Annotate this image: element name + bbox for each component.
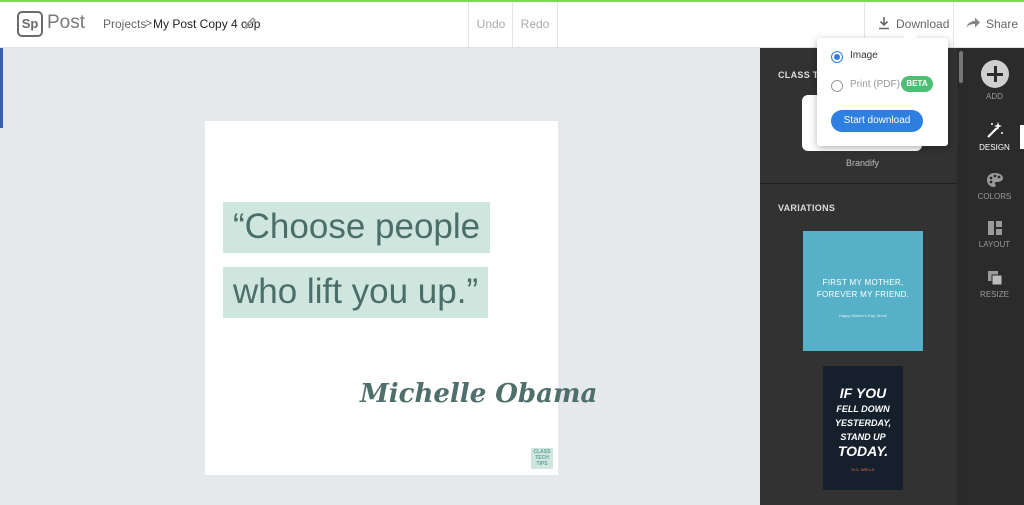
active-tool-indicator <box>1020 125 1024 149</box>
variation-2-line-5: TODAY. <box>837 443 889 459</box>
share-icon <box>966 17 980 28</box>
app-logo[interactable]: Sp <box>17 11 43 37</box>
variations-heading: VARIATIONS <box>778 203 836 213</box>
rail-resize-button[interactable]: RESIZE <box>965 270 1024 299</box>
layout-icon <box>987 221 1002 235</box>
rail-layout-label: LAYOUT <box>978 240 1011 249</box>
variation-thumbnail-2[interactable]: IF YOU FELL DOWN YESTERDAY, STAND UP TOD… <box>823 366 903 490</box>
palette-icon <box>986 173 1003 187</box>
share-button[interactable]: Share <box>953 2 1024 47</box>
breadcrumb-separator: > <box>145 16 153 30</box>
breadcrumb-projects-link[interactable]: Projects <box>103 17 146 31</box>
brandify-label: Brandify <box>845 158 880 168</box>
rail-add-label: ADD <box>986 92 1003 101</box>
tool-rail: ADD DESIGN COLORS LAYOUT RESIZE <box>965 48 1024 505</box>
radio-pdf[interactable] <box>831 80 843 92</box>
radio-image[interactable] <box>831 51 843 63</box>
redo-button[interactable]: Redo <box>512 2 558 47</box>
pencil-icon[interactable] <box>243 16 257 30</box>
variation-thumbnail-1[interactable]: FIRST MY MOTHER, FOREVER MY FRIEND. Happ… <box>803 231 923 351</box>
quote-line-2[interactable]: who lift you up.” <box>223 267 489 318</box>
plus-icon <box>980 60 1009 88</box>
rail-layout-button[interactable]: LAYOUT <box>965 220 1024 249</box>
variation-2-subtext: H.G. WELLS <box>851 467 875 472</box>
window-edge <box>0 48 3 128</box>
download-label: Download <box>896 17 950 31</box>
variation-2-line-4: STAND UP <box>840 432 886 442</box>
quote-author[interactable]: Michelle Obama <box>360 379 597 409</box>
option-image-label[interactable]: Image <box>850 50 878 61</box>
option-pdf-label[interactable]: Print (PDF) <box>850 79 900 90</box>
rail-resize-label: RESIZE <box>980 290 1009 299</box>
rail-add-button[interactable]: ADD <box>965 60 1024 101</box>
download-popup: Image Print (PDF) BETA Start download <box>817 38 948 146</box>
rail-design-label: DESIGN <box>979 143 1010 152</box>
rail-colors-label: COLORS <box>977 192 1012 201</box>
variation-1-subtext: Happy Mother's Day, Mom! <box>838 313 888 318</box>
post-canvas[interactable]: “Choose people who lift you up.” Michell… <box>205 121 597 475</box>
rail-design-button[interactable]: DESIGN <box>965 121 1024 152</box>
resize-icon <box>987 271 1002 286</box>
brand-badge: CLASS TECH TIPS <box>531 448 553 469</box>
variation-2-line-2: FELL DOWN <box>836 404 890 414</box>
download-icon <box>879 17 889 30</box>
magic-wand-icon <box>986 122 1003 138</box>
beta-badge: BETA <box>901 76 933 92</box>
variation-2-line-1: IF YOU <box>839 385 887 401</box>
start-download-button[interactable]: Start download <box>831 110 923 132</box>
undo-button[interactable]: Undo <box>468 2 513 47</box>
panel-scrollbar[interactable] <box>957 48 965 505</box>
variation-1-text: FIRST MY MOTHER, FOREVER MY FRIEND. <box>816 278 910 299</box>
app-name: Post <box>47 12 86 33</box>
rail-colors-button[interactable]: COLORS <box>965 172 1024 201</box>
share-label: Share <box>986 17 1019 31</box>
scrollbar-thumb[interactable] <box>959 51 963 83</box>
panel-divider <box>760 183 965 184</box>
quote-line-1[interactable]: “Choose people <box>223 202 491 253</box>
variation-2-line-3: YESTERDAY, <box>834 418 892 428</box>
variation-2-text: IF YOU FELL DOWN YESTERDAY, STAND UP TOD… <box>823 386 903 460</box>
